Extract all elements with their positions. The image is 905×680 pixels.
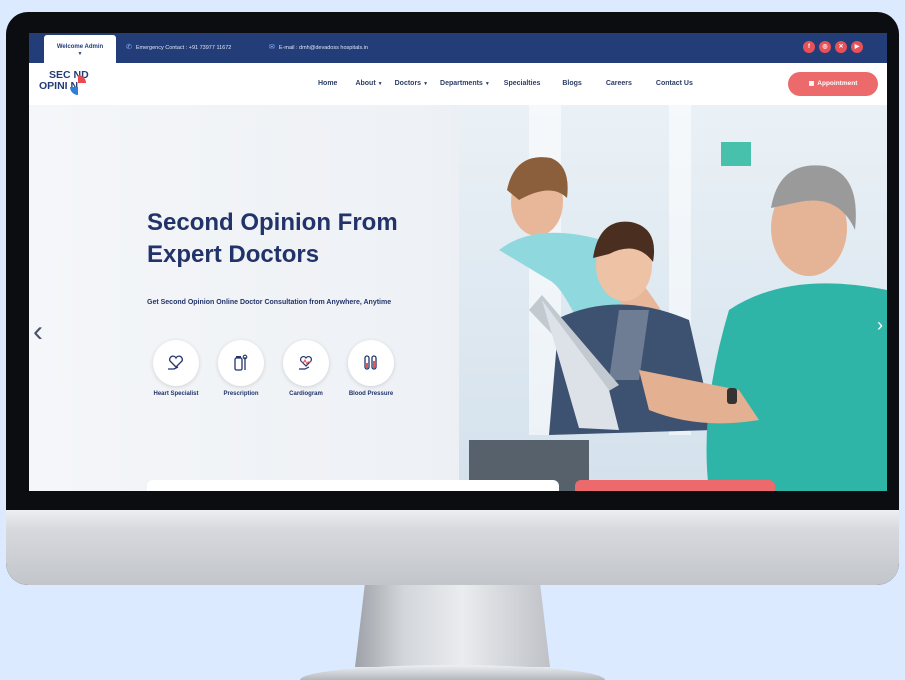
emergency-contact[interactable]: ✆ Emergency Contact : +91 73977 11672 bbox=[126, 43, 231, 51]
appointment-label: Appointment bbox=[817, 80, 858, 87]
chevron-down-icon: ▼ bbox=[484, 81, 490, 87]
calendar-icon: ▦ bbox=[808, 81, 815, 87]
hero-banner: ‹ › Second Opinion From Expert Doctors G… bbox=[29, 105, 887, 491]
carousel-next-arrow[interactable]: › bbox=[877, 315, 883, 336]
nav-specialties[interactable]: Specialties bbox=[504, 80, 541, 87]
emergency-contact-text: Emergency Contact : +91 73977 11672 bbox=[135, 45, 232, 51]
main-navbar: SEC ND OPINI N Home About ▼ Doctors ▼ Depa… bbox=[29, 63, 887, 105]
welcome-label: Welcome Admin bbox=[56, 44, 104, 50]
feature-label: Prescription bbox=[223, 391, 259, 397]
nav-menu: Home About ▼ Doctors ▼ Departments ▼ Specia… bbox=[318, 80, 693, 87]
cardiogram-icon bbox=[283, 340, 329, 386]
feature-label: Cardiogram bbox=[289, 391, 323, 397]
monitor-chin bbox=[6, 510, 899, 585]
youtube-icon[interactable]: ▶ bbox=[851, 41, 863, 53]
instagram-icon[interactable]: ◎ bbox=[819, 41, 831, 53]
hero-title-line-1: Second Opinion From bbox=[147, 209, 398, 236]
nav-blogs[interactable]: Blogs bbox=[562, 80, 581, 87]
email-text: E-mail : dmh@devadoss hospitals.in bbox=[278, 45, 368, 51]
hero-title-line-2: Expert Doctors bbox=[147, 241, 320, 268]
monitor-stand-base bbox=[300, 665, 605, 680]
feature-blood-pressure[interactable]: Blood Pressure bbox=[340, 340, 402, 397]
nav-careers[interactable]: Careers bbox=[606, 80, 632, 87]
twitter-icon[interactable]: ✕ bbox=[835, 41, 847, 53]
chevron-down-icon: ▼ bbox=[77, 51, 83, 57]
nav-contact-us[interactable]: Contact Us bbox=[656, 80, 693, 87]
nav-departments[interactable]: Departments ▼ bbox=[440, 80, 490, 87]
heart-hand-icon bbox=[153, 340, 199, 386]
logo-mark-icon bbox=[70, 75, 86, 95]
top-bar: Welcome Admin ▼ ✆ Emergency Contact : +91… bbox=[29, 33, 887, 63]
hero-title: Second Opinion From Expert Doctors bbox=[147, 207, 477, 271]
feature-heart-specialist[interactable]: Heart Specialist bbox=[145, 340, 207, 397]
chevron-down-icon: ▼ bbox=[423, 81, 429, 87]
feature-label: Blood Pressure bbox=[348, 391, 394, 397]
second-opinion-logo[interactable]: SEC ND OPINI N bbox=[39, 70, 109, 100]
hero-subtitle: Get Second Opinion Online Doctor Consult… bbox=[147, 299, 392, 306]
prescription-icon bbox=[218, 340, 264, 386]
booking-submit-button[interactable] bbox=[575, 480, 775, 491]
social-links: f ◎ ✕ ▶ bbox=[803, 41, 863, 53]
monitor-stand-neck bbox=[355, 585, 550, 667]
phone-icon: ✆ bbox=[126, 44, 132, 51]
doctors-patient-photo bbox=[469, 142, 887, 491]
website-screen: Welcome Admin ▼ ✆ Emergency Contact : +91… bbox=[29, 33, 887, 491]
nav-doctors[interactable]: Doctors ▼ bbox=[395, 80, 428, 87]
feature-list: Heart Specialist Prescription Cardiogram… bbox=[145, 340, 405, 397]
feature-prescription[interactable]: Prescription bbox=[210, 340, 272, 397]
carousel-prev-arrow[interactable]: ‹ bbox=[33, 315, 43, 349]
mail-icon: ✉ bbox=[269, 44, 275, 51]
email-contact[interactable]: ✉ E-mail : dmh@devadoss hospitals.in bbox=[269, 43, 368, 51]
blood-pressure-icon bbox=[348, 340, 394, 386]
nav-home[interactable]: Home bbox=[318, 80, 337, 87]
welcome-admin-tab[interactable]: Welcome Admin ▼ bbox=[44, 35, 116, 63]
appointment-button[interactable]: ▦ Appointment bbox=[788, 72, 878, 96]
booking-search-card[interactable] bbox=[147, 480, 559, 491]
nav-about[interactable]: About ▼ bbox=[355, 80, 382, 87]
chevron-down-icon: ▼ bbox=[377, 81, 383, 87]
feature-cardiogram[interactable]: Cardiogram bbox=[275, 340, 337, 397]
facebook-icon[interactable]: f bbox=[803, 41, 815, 53]
feature-label: Heart Specialist bbox=[153, 391, 199, 397]
